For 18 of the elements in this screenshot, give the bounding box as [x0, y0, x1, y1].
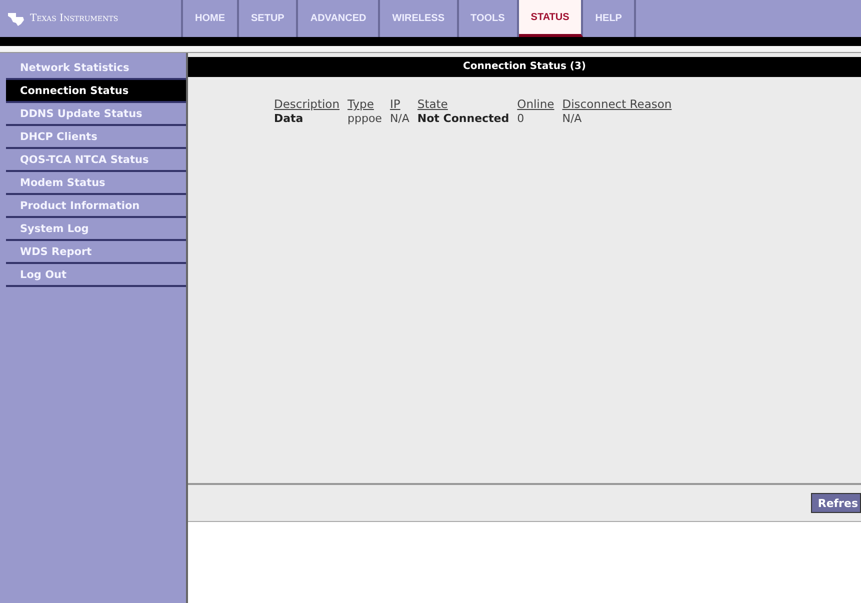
refresh-button[interactable]: Refres	[810, 493, 861, 513]
table-cell-text: N/A	[390, 111, 410, 125]
table-cell-text: 0	[517, 111, 526, 125]
column-header[interactable]: Description	[274, 97, 340, 111]
column-header[interactable]: Type	[348, 97, 374, 111]
nav-tab[interactable]: STATUS	[518, 0, 584, 37]
table-cell-text: pppoe	[348, 111, 383, 125]
column-header[interactable]: IP	[390, 97, 400, 111]
column-header[interactable]: State	[417, 97, 448, 111]
table-cell-text: Data	[274, 111, 304, 125]
table-cell-text: N/A	[562, 111, 583, 125]
sidebar-item[interactable]: Connection Status	[6, 80, 186, 103]
column-header[interactable]: Online	[517, 97, 554, 111]
column-header[interactable]: Disconnect Reason	[562, 97, 672, 111]
table-cell-text: Not Connected	[417, 111, 510, 125]
panel-header: Connection Status (3)	[188, 57, 861, 77]
brand-name: Texas Instruments	[30, 13, 118, 24]
logo-icon	[6, 10, 26, 26]
